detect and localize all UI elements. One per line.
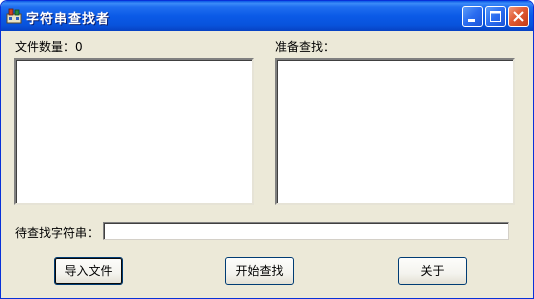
close-icon	[513, 11, 524, 22]
minimize-button[interactable]	[462, 6, 483, 27]
maximize-icon	[490, 11, 501, 22]
file-count-label: 文件数量：0	[15, 40, 83, 54]
maximize-button[interactable]	[485, 6, 506, 27]
title-bar[interactable]: 字符串查找者	[1, 1, 533, 31]
import-files-button[interactable]: 导入文件	[54, 257, 123, 285]
search-string-input[interactable]	[103, 222, 509, 240]
ready-search-label: 准备查找：	[275, 40, 336, 54]
window-title: 字符串查找者	[26, 12, 111, 27]
ready-search-list[interactable]	[275, 58, 515, 205]
file-list[interactable]	[14, 58, 254, 205]
main-window: 字符串查找者 文件数量：0 准备查找： 待查找字符串： 导入文件 开始查找 关于	[0, 0, 534, 299]
minimize-icon	[468, 19, 475, 22]
close-button[interactable]	[508, 6, 529, 27]
app-icon	[6, 8, 22, 24]
search-string-label: 待查找字符串：	[15, 226, 100, 240]
start-search-button[interactable]: 开始查找	[225, 257, 294, 285]
about-button[interactable]: 关于	[398, 257, 467, 285]
